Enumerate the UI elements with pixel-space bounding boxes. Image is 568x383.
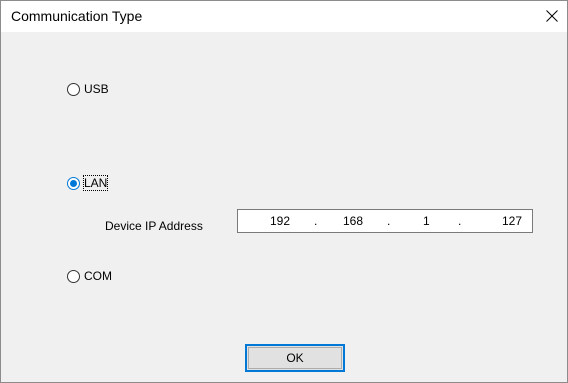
ip-octet-3[interactable]: 1 bbox=[423, 214, 430, 228]
dialog-body: USB LAN Device IP Address 192 . 168 . 1 … bbox=[1, 32, 567, 382]
title-bar: Communication Type bbox=[1, 1, 567, 31]
com-radio-circle[interactable] bbox=[67, 269, 80, 283]
lan-radio[interactable]: LAN bbox=[67, 175, 109, 191]
communication-type-dialog: Communication Type USB LAN Device IP Add… bbox=[0, 0, 568, 383]
ip-separator-3: . bbox=[458, 214, 462, 228]
ip-separator-2: . bbox=[387, 214, 391, 228]
ok-button-label[interactable]: OK bbox=[247, 351, 343, 365]
ip-octet-4[interactable]: 127 bbox=[502, 214, 522, 228]
ip-octet-2[interactable]: 168 bbox=[343, 214, 363, 228]
dialog-title: Communication Type bbox=[11, 8, 143, 24]
usb-radio-circle[interactable] bbox=[67, 82, 80, 96]
ok-button[interactable]: OK bbox=[245, 344, 345, 372]
usb-radio[interactable]: USB bbox=[67, 82, 109, 96]
com-radio[interactable]: COM bbox=[67, 269, 112, 283]
ip-octet-1[interactable]: 192 bbox=[270, 214, 290, 228]
close-button[interactable] bbox=[537, 1, 567, 31]
device-ip-address-label: Device IP Address bbox=[105, 219, 203, 233]
lan-radio-circle[interactable] bbox=[67, 176, 80, 190]
close-icon bbox=[546, 10, 558, 22]
lan-radio-label[interactable]: LAN bbox=[82, 175, 109, 191]
lan-radio-selected-dot bbox=[70, 179, 77, 187]
com-radio-label[interactable]: COM bbox=[84, 269, 112, 283]
usb-radio-label[interactable]: USB bbox=[84, 82, 109, 96]
ip-separator-1: . bbox=[314, 214, 318, 228]
device-ip-address-input[interactable]: 192 . 168 . 1 . 127 bbox=[237, 209, 533, 233]
